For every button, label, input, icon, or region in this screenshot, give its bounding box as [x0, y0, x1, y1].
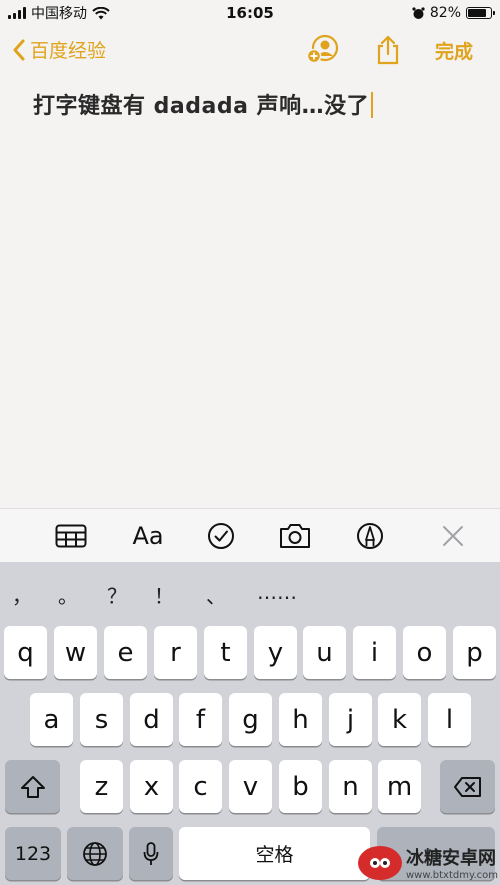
key-r[interactable]: r [154, 626, 197, 679]
key-o[interactable]: o [403, 626, 446, 679]
back-button-label: 百度经验 [30, 40, 107, 62]
status-right: 82% [412, 5, 495, 21]
key-a[interactable]: a [30, 693, 73, 746]
candidate-exclamation[interactable]: ！ [154, 580, 174, 609]
battery-fill [468, 9, 487, 17]
note-body[interactable]: 打字键盘有 dadada 声响…没了 [0, 72, 500, 508]
key-i[interactable]: i [353, 626, 396, 679]
key-n[interactable]: n [329, 760, 372, 813]
key-c[interactable]: c [179, 760, 222, 813]
close-toolbar-button[interactable] [441, 521, 465, 551]
nav-bar: 百度经验 完成 [0, 26, 500, 72]
delete-key[interactable] [440, 760, 495, 813]
key-k[interactable]: k [378, 693, 421, 746]
markup-button[interactable] [355, 521, 385, 551]
key-m[interactable]: m [378, 760, 421, 813]
carrier-label: 中国移动 [31, 6, 87, 22]
candidate-question[interactable]: ？ [107, 580, 127, 609]
wifi-icon [92, 6, 110, 19]
share-button[interactable] [375, 35, 401, 69]
key-q[interactable]: q [4, 626, 47, 679]
key-s[interactable]: s [80, 693, 123, 746]
text-style-icon: Aa [132, 522, 164, 550]
candidate-ellipsis[interactable]: …… [257, 580, 297, 604]
shift-icon [20, 775, 45, 798]
key-h[interactable]: h [279, 693, 322, 746]
globe-icon [83, 841, 107, 866]
camera-button[interactable] [278, 521, 312, 551]
camera-icon [280, 524, 310, 548]
key-x[interactable]: x [130, 760, 173, 813]
shift-key[interactable] [5, 760, 60, 813]
key-t[interactable]: t [204, 626, 247, 679]
key-z[interactable]: z [80, 760, 123, 813]
key-d[interactable]: d [130, 693, 173, 746]
candidate-bar: ， 。 ？ ！ 、 …… [0, 562, 500, 620]
text-cursor [371, 92, 374, 118]
battery-icon [466, 7, 495, 19]
note-text: 打字键盘有 dadada 声响…没了 [33, 94, 370, 119]
key-f[interactable]: f [179, 693, 222, 746]
key-b[interactable]: b [279, 760, 322, 813]
checklist-icon [208, 523, 234, 549]
key-l[interactable]: l [428, 693, 471, 746]
back-button[interactable]: 百度经验 [12, 36, 106, 63]
status-left: 中国移动 [8, 3, 110, 23]
keyboard: ， 。 ？ ！ 、 …… q w e r t y u i o p a s d f… [0, 562, 500, 885]
add-people-button[interactable] [306, 34, 341, 68]
note-text-line[interactable]: 打字键盘有 dadada 声响…没了 [33, 88, 374, 120]
add-people-icon [306, 34, 339, 64]
globe-key[interactable] [67, 827, 123, 880]
alarm-icon [412, 6, 425, 19]
candidate-enumeration-comma[interactable]: 、 [206, 580, 226, 609]
key-v[interactable]: v [229, 760, 272, 813]
chevron-left-icon [13, 39, 25, 60]
done-button[interactable]: 完成 [435, 37, 473, 64]
battery-percent: 82% [429, 5, 461, 21]
format-toolbar: Aa [0, 508, 500, 562]
key-y[interactable]: y [254, 626, 297, 679]
key-j[interactable]: j [329, 693, 372, 746]
cellular-signal-icon [8, 7, 26, 19]
checklist-button[interactable] [206, 521, 236, 551]
delete-icon [453, 776, 481, 797]
markup-icon [357, 523, 383, 549]
table-icon [55, 524, 87, 548]
status-bar: 中国移动 16:05 82% [0, 0, 500, 26]
table-button[interactable] [54, 521, 88, 551]
key-p[interactable]: p [453, 626, 496, 679]
numbers-key[interactable]: 123 [5, 827, 61, 880]
dictation-key[interactable] [129, 827, 173, 880]
microphone-icon [143, 841, 159, 865]
close-icon [443, 526, 463, 546]
return-key[interactable] [377, 827, 495, 880]
key-u[interactable]: u [303, 626, 346, 679]
space-key[interactable]: 空格 [179, 827, 370, 880]
key-w[interactable]: w [54, 626, 97, 679]
text-style-button[interactable]: Aa [128, 521, 168, 551]
candidate-comma[interactable]: ， [12, 580, 32, 609]
key-e[interactable]: e [104, 626, 147, 679]
candidate-period[interactable]: 。 [58, 580, 78, 609]
key-g[interactable]: g [229, 693, 272, 746]
share-icon [377, 35, 399, 65]
